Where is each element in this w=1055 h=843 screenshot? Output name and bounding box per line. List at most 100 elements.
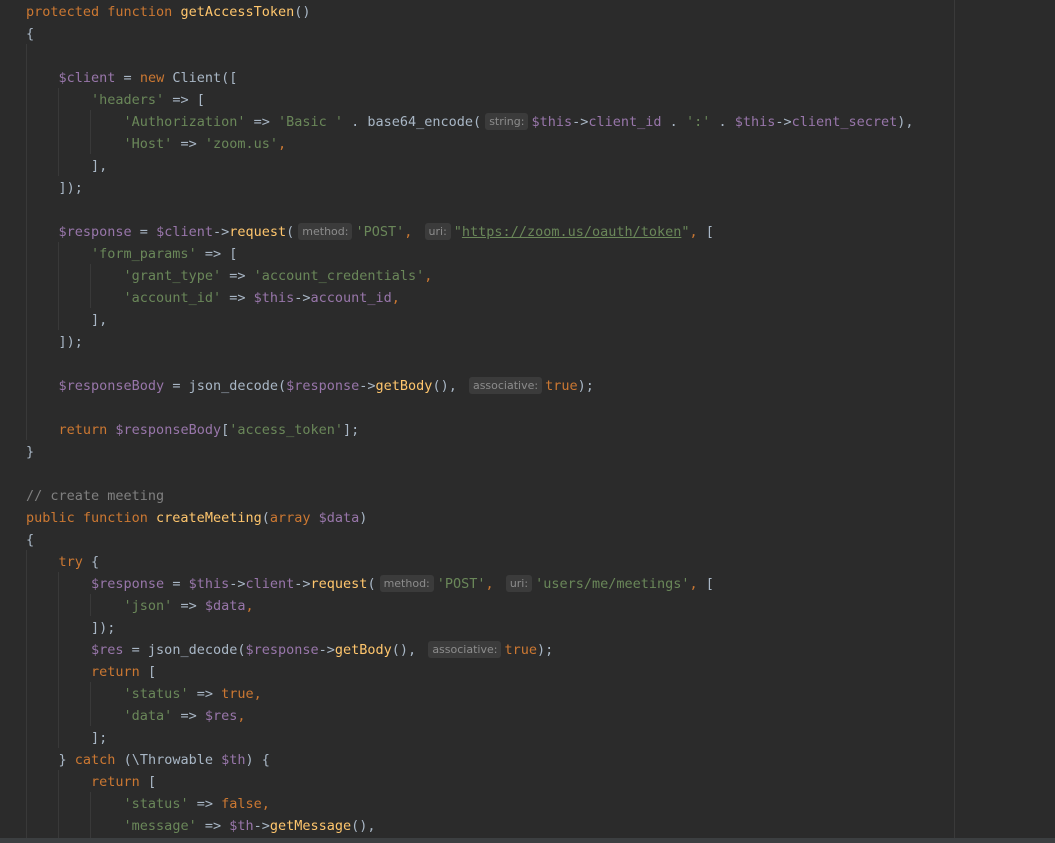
code-line[interactable]: 'Authorization' => 'Basic ' . base64_enc… <box>26 111 914 133</box>
parameter-hint: uri: <box>505 575 533 592</box>
code-line[interactable]: 'headers' => [ <box>26 89 914 111</box>
code-token: ], <box>26 158 108 174</box>
code-line[interactable]: } catch (\Throwable $th) { <box>26 749 914 771</box>
code-line[interactable]: $res = json_decode($response->getBody(),… <box>26 639 914 661</box>
code-line[interactable] <box>26 199 914 221</box>
code-line[interactable]: $client = new Client([ <box>26 67 914 89</box>
code-token: client_secret <box>791 114 898 130</box>
code-token: getAccessToken <box>180 4 295 20</box>
parameter-hint: uri: <box>424 223 451 240</box>
code-line[interactable] <box>26 353 914 375</box>
code-line[interactable]: 'data' => $res, <box>26 705 914 727</box>
code-token: , <box>278 136 287 152</box>
code-token: (), <box>432 378 465 394</box>
code-line[interactable]: 'status' => true, <box>26 683 914 705</box>
parameter-hint: string: <box>485 113 529 130</box>
code-token: true <box>545 378 578 394</box>
code-line[interactable] <box>26 397 914 419</box>
code-token: 'data' <box>123 708 173 724</box>
code-token: getBody <box>375 378 433 394</box>
code-token: $responseBody <box>115 422 222 438</box>
code-token: https://zoom.us/oauth/token <box>461 224 682 240</box>
code-line[interactable]: $responseBody = json_decode($response->g… <box>26 375 914 397</box>
code-token: } <box>26 444 35 460</box>
code-line[interactable]: 'message' => $th->getMessage(), <box>26 815 914 837</box>
code-line[interactable]: return $responseBody['access_token']; <box>26 419 914 441</box>
code-line[interactable]: 'status' => false, <box>26 793 914 815</box>
code-line[interactable]: 'form_params' => [ <box>26 243 914 265</box>
code-line[interactable]: try { <box>26 551 914 573</box>
code-editor[interactable]: protected function getAccessToken(){ $cl… <box>0 0 1055 843</box>
code-token: return <box>91 664 148 680</box>
code-line[interactable]: 'json' => $data, <box>26 595 914 617</box>
code-token: ]; <box>26 730 108 746</box>
code-token: 'Authorization' <box>123 114 246 130</box>
code-line[interactable] <box>26 463 914 485</box>
code-line[interactable]: ]); <box>26 617 914 639</box>
code-token: public function <box>26 510 157 526</box>
code-line[interactable]: ], <box>26 309 914 331</box>
code-line[interactable]: return [ <box>26 661 914 683</box>
code-token: new <box>139 70 173 86</box>
code-token: $response <box>245 642 319 658</box>
code-token: $responseBody <box>58 378 165 394</box>
code-token: . base64_encode( <box>343 114 482 130</box>
code-token: ); <box>577 378 594 394</box>
code-token: -> <box>572 114 589 130</box>
code-line[interactable]: { <box>26 529 914 551</box>
code-line[interactable]: return [ <box>26 771 914 793</box>
code-token: ':' <box>685 114 711 130</box>
code-token: 'headers' <box>91 92 165 108</box>
code-token: // create meeting <box>26 488 165 504</box>
code-token: $response <box>286 378 360 394</box>
code-area[interactable]: protected function getAccessToken(){ $cl… <box>26 1 914 837</box>
code-token: , <box>261 796 270 812</box>
code-line[interactable]: 'grant_type' => 'account_credentials', <box>26 265 914 287</box>
code-token: -> <box>294 290 311 306</box>
code-token: [ <box>147 664 157 680</box>
code-token: 'POST' <box>355 224 405 240</box>
code-token: $data <box>204 598 246 614</box>
code-token: 'json' <box>123 598 173 614</box>
code-token: => <box>221 290 254 306</box>
code-token: 'account_id' <box>123 290 222 306</box>
code-token: 'Basic ' <box>277 114 344 130</box>
code-token: , <box>245 598 254 614</box>
code-line[interactable]: ]); <box>26 331 914 353</box>
code-token: $data <box>318 510 360 526</box>
code-token: account_id <box>310 290 392 306</box>
code-token: , <box>424 268 433 284</box>
code-token: => <box>172 708 205 724</box>
code-line[interactable]: public function createMeeting(array $dat… <box>26 507 914 529</box>
code-token: ); <box>536 642 554 658</box>
code-token: ), <box>897 114 914 130</box>
code-line[interactable]: ], <box>26 155 914 177</box>
code-line[interactable]: $response = $client->request(method: 'POS… <box>26 221 914 243</box>
code-token: , <box>237 708 246 724</box>
code-token: 'form_params' <box>91 246 197 262</box>
code-line[interactable]: 'account_id' => $this->account_id, <box>26 287 914 309</box>
code-line[interactable]: $response = $this->client->request(metho… <box>26 573 914 595</box>
code-line[interactable]: } <box>26 441 914 463</box>
code-token: getBody <box>334 642 392 658</box>
code-line[interactable]: { <box>26 23 914 45</box>
code-line[interactable]: protected function getAccessToken() <box>26 1 914 23</box>
code-line[interactable]: ]; <box>26 727 914 749</box>
code-token: 'grant_type' <box>123 268 222 284</box>
code-line[interactable]: ]); <box>26 177 914 199</box>
code-token: , <box>689 576 706 592</box>
code-line[interactable] <box>26 45 914 67</box>
horizontal-scrollbar[interactable] <box>0 838 1055 843</box>
code-token: (), <box>351 818 376 834</box>
code-token: [ <box>705 224 714 240</box>
code-token: , <box>485 576 502 592</box>
code-line[interactable]: // create meeting <box>26 485 914 507</box>
code-line[interactable]: 'Host' => 'zoom.us', <box>26 133 914 155</box>
code-token: } <box>26 752 75 768</box>
